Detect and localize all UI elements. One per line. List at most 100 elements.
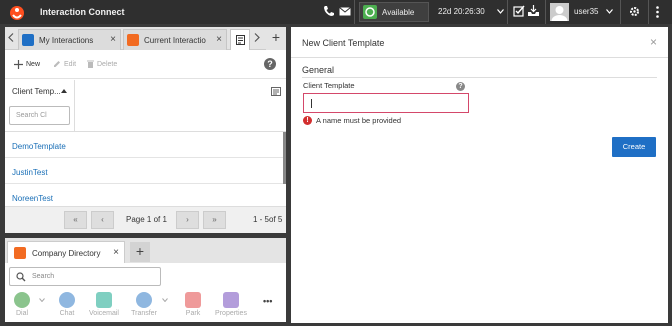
voicemail-icon [96,292,112,308]
next-page-button[interactable]: › [176,211,199,229]
help-icon[interactable]: ? [264,58,276,70]
chevron-down-icon[interactable] [162,298,168,302]
delete-label: Delete [97,60,118,68]
tab-label: My Interactions [39,36,94,45]
column-chooser-icon[interactable] [271,87,281,96]
column-header-label[interactable]: Client Temp... [12,87,61,96]
pager: « ‹ Page 1 of 1 › » 1 - 5of 5 [5,206,286,233]
company-directory-panel: Company Directory × + Search Dial Chat V… [5,238,286,322]
avatar[interactable] [550,3,569,21]
add-tab-button[interactable]: + [130,242,150,262]
vertical-more-icon[interactable] [656,6,659,18]
new-button[interactable]: New [14,60,40,69]
dial-button[interactable]: Dial [5,292,39,317]
divider [545,0,546,24]
directory-tab-strip: Company Directory × + [5,238,286,263]
park-icon [185,292,201,308]
result-range: 1 - 5of 5 [253,215,283,224]
inbox-download-icon[interactable] [527,5,540,17]
error-message: A name must be provided [316,116,402,125]
transfer-button[interactable]: Transfer [127,292,161,317]
settings-icon[interactable] [628,5,641,18]
tab-company-directory[interactable]: Company Directory × [7,241,125,263]
dialog-title: New Client Template [302,38,385,48]
scrollbar[interactable] [283,132,286,184]
edit-button[interactable]: Edit [53,60,76,68]
chevron-down-icon[interactable] [497,9,504,14]
close-icon[interactable]: × [110,34,116,45]
directory-icon [14,247,26,259]
tab-current-interaction[interactable]: Current Interactio × [123,29,227,50]
prev-page-button[interactable]: ‹ [91,211,114,229]
current-interaction-icon [127,34,139,46]
close-icon[interactable]: × [650,35,657,49]
chat-button[interactable]: Chat [50,292,84,317]
column-search-input[interactable]: Search Cl [9,106,70,125]
help-icon[interactable]: ? [456,82,465,91]
park-button[interactable]: Park [176,292,210,317]
divider [648,0,649,24]
interactions-icon [22,34,34,46]
client-template-name-input[interactable] [303,93,469,113]
close-icon[interactable]: × [216,34,222,45]
table-row[interactable]: JustinTest [5,158,283,184]
directory-action-bar: Dial Chat Voicemail Transfer Park Proper… [5,290,286,322]
client-templates-panel: My Interactions × Current Interactio × +… [5,27,286,233]
toolbar: New Edit Delete ? [5,51,286,79]
status-timer: 22d 20:26:30 [438,7,485,16]
tab-scroll-left-icon[interactable] [8,33,14,42]
edit-label: Edit [64,60,77,68]
transfer-icon [136,292,152,308]
username[interactable]: user35 [574,7,598,16]
dialog-header: New Client Template × [291,27,668,58]
mail-icon[interactable] [339,7,351,16]
table-row[interactable]: DemoTemplate [5,132,283,158]
voicemail-button[interactable]: Voicemail [87,292,121,317]
field-label: Client Template [303,81,355,90]
chat-icon [59,292,75,308]
sort-ascending-icon[interactable] [61,89,67,93]
divider [302,77,657,78]
top-bar: Interaction Connect Available 22d 20:26:… [0,0,672,24]
properties-button[interactable]: Properties [214,292,248,317]
search-icon [16,272,26,282]
directory-search-input[interactable]: Search [9,267,161,286]
add-tab-button[interactable]: + [266,27,286,50]
divider [354,0,355,24]
create-button[interactable]: Create [612,137,656,157]
error-icon: ! [303,116,312,125]
status-selector[interactable]: Available [359,2,429,22]
chevron-down-icon[interactable] [39,298,45,302]
available-status-icon [363,5,377,19]
validation-error: ! A name must be provided [303,116,401,125]
divider [507,0,508,24]
column-header: Client Temp... Search Cl [5,80,286,132]
template-icon [236,35,245,45]
app-title: Interaction Connect [40,7,125,17]
tab-strip: My Interactions × Current Interactio × + [5,27,286,50]
properties-icon [223,292,239,308]
tab-label: Company Directory [32,249,101,258]
text-cursor [311,99,312,108]
last-page-button[interactable]: » [203,211,226,229]
divider [620,0,621,24]
new-client-template-dialog: New Client Template × General Client Tem… [291,27,668,323]
more-actions-button[interactable]: ••• [263,296,272,306]
chevron-down-icon[interactable] [606,9,613,14]
section-heading: General [302,65,335,75]
tab-my-interactions[interactable]: My Interactions × [18,29,121,50]
search-placeholder: Search [32,273,55,280]
status-label: Available [382,8,415,17]
edit-check-icon[interactable] [513,5,525,17]
first-page-button[interactable]: « [64,211,87,229]
trash-icon [87,60,94,68]
close-icon[interactable]: × [113,247,119,258]
page-indicator: Page 1 of 1 [126,215,167,224]
tab-scroll-right-icon[interactable] [254,33,260,42]
pencil-icon [54,61,60,67]
delete-button[interactable]: Delete [87,60,117,68]
tab-label: Current Interactio [144,36,206,45]
tab-client-templates[interactable] [230,29,250,50]
new-label: New [26,61,41,68]
phone-icon[interactable] [323,5,335,17]
